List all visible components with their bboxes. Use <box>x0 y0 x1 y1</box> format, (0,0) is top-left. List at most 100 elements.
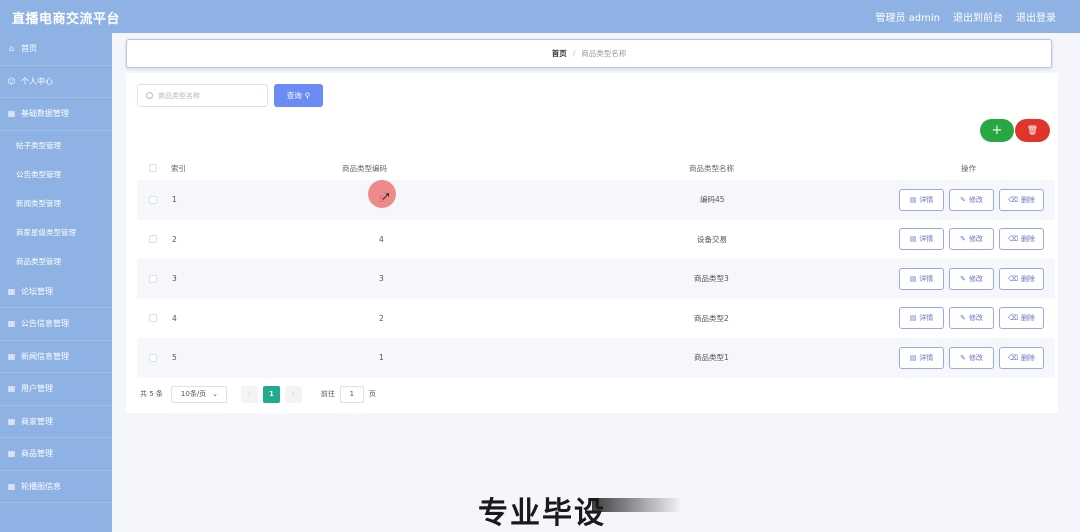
cell-code: 4 <box>379 234 384 244</box>
search-input[interactable]: 商品类型名称 <box>137 84 268 107</box>
breadcrumb-separator: / <box>572 49 576 58</box>
page-unit-label: 页 <box>368 390 376 398</box>
logout-link[interactable]: 退出登录 <box>1016 9 1056 24</box>
sidebar: ⌂ 首页 ☺ 个人中心 ▦ 基础数据管理 帖子类型管理 公告类型管理 新闻类型管… <box>0 33 112 532</box>
cell-name: 设备交易 <box>697 234 727 244</box>
delete-button[interactable]: ⌫ 删除 <box>999 346 1044 369</box>
detail-icon: ▤ <box>909 195 917 204</box>
sidebar-sub-post-types[interactable]: 帖子类型管理 <box>0 131 112 160</box>
table-row: 4 2 商品类型2 ▤ 详情 ✎ 修改 ⌫ 删除 <box>137 299 1055 339</box>
sidebar-item-label: 首页 <box>21 44 37 54</box>
search-button[interactable]: 查询 ⚲ <box>274 84 323 107</box>
sidebar-item-base-data[interactable]: ▦ 基础数据管理 <box>0 98 112 131</box>
sidebar-item-label: 个人中心 <box>21 76 53 86</box>
detail-icon: ▤ <box>909 274 917 283</box>
back-to-front-link[interactable]: 退出到前台 <box>953 9 1003 24</box>
row-checkbox[interactable] <box>149 314 157 323</box>
edit-icon: ✎ <box>960 235 966 244</box>
edit-button[interactable]: ✎ 修改 <box>949 228 994 251</box>
grid-icon: ▦ <box>7 109 16 119</box>
table-header: 索引 商品类型编码 商品类型名称 操作 <box>137 158 1055 178</box>
select-all-checkbox[interactable] <box>149 164 157 172</box>
sidebar-item-users[interactable]: ▦ 用户管理 <box>0 373 112 406</box>
header-index: 索引 <box>171 163 186 173</box>
table-body: 1 5 编码45 ▤详情 ✎修改 ⌫删除 2 4 设备交易 ▤详情 ✎修改 ⌫删… <box>137 180 1055 378</box>
sidebar-item-products[interactable]: ▦ 商品管理 <box>0 438 112 471</box>
app-title: 直播电商交流平台 <box>12 12 121 27</box>
cell-name: 编码45 <box>700 195 725 205</box>
mouse-cursor-icon: ➚ <box>381 189 392 203</box>
sidebar-sub-notice-types[interactable]: 公告类型管理 <box>0 160 112 189</box>
sidebar-item-carousel[interactable]: ▦ 轮播图信息 <box>0 471 112 503</box>
goto-label: 前往 <box>320 390 335 398</box>
trash-icon: ⌫ <box>1008 195 1018 204</box>
table-row: 3 3 商品类型3 ▤ 详情 ✎ 修改 ⌫ 删除 <box>137 259 1055 299</box>
row-checkbox[interactable] <box>149 235 157 244</box>
pagination: 共 5 条 10条/页 ⌄ ‹ 1 › 前往 1 页 <box>140 385 376 403</box>
table-row: 5 1 商品类型1 ▤ 详情 ✎ 修改 ⌫ 删除 <box>137 338 1055 378</box>
delete-button[interactable]: ⌫ 删除 <box>999 267 1044 290</box>
search-icon <box>146 92 153 99</box>
detail-button[interactable]: ▤ 详情 <box>899 228 944 251</box>
cell-name: 商品类型1 <box>694 353 729 363</box>
sidebar-item-merchants[interactable]: ▦ 商家管理 <box>0 406 112 438</box>
sidebar-item-home[interactable]: ⌂ 首页 <box>0 33 112 66</box>
trash-icon: ⌫ <box>1008 314 1018 323</box>
row-checkbox[interactable] <box>149 195 157 204</box>
page-number-current[interactable]: 1 <box>262 385 280 403</box>
goto-page-input[interactable]: 1 <box>339 385 364 403</box>
edit-button[interactable]: ✎ 修改 <box>949 346 994 369</box>
header-actions: 管理员 admin 退出到前台 退出登录 <box>875 9 1056 24</box>
edit-icon: ✎ <box>960 195 966 204</box>
cell-index: 4 <box>172 313 177 323</box>
detail-button[interactable]: ▤ 详情 <box>899 188 944 211</box>
sidebar-sub-merchant-star-types[interactable]: 商家星级类型管理 <box>0 218 112 247</box>
detail-button[interactable]: ▤ 详情 <box>899 346 944 369</box>
select-all-checkbox-cell[interactable] <box>149 158 157 178</box>
delete-button[interactable]: ⌫ 删除 <box>999 228 1044 251</box>
detail-icon: ▤ <box>909 353 917 362</box>
detail-icon: ▤ <box>909 235 917 244</box>
sidebar-item-label: 基础数据管理 <box>21 109 69 119</box>
detail-button[interactable]: ▤ 详情 <box>899 307 944 330</box>
detail-button[interactable]: ▤ 详情 <box>899 267 944 290</box>
sidebar-item-news[interactable]: ▦ 新闻信息管理 <box>0 341 112 373</box>
edit-button[interactable]: ✎ 修改 <box>949 188 994 211</box>
add-button[interactable]: + <box>980 119 1014 142</box>
sidebar-item-label: 商品管理 <box>21 449 53 459</box>
sidebar-item-label: 论坛管理 <box>21 286 53 296</box>
sidebar-item-profile[interactable]: ☺ 个人中心 <box>0 66 112 98</box>
cell-code: 2 <box>379 313 384 323</box>
row-checkbox[interactable] <box>149 274 157 283</box>
cell-name: 商品类型2 <box>694 313 729 323</box>
trash-icon: ⌫ <box>1008 274 1018 283</box>
pagination-total: 共 5 条 <box>140 390 163 398</box>
sidebar-item-label: 公告信息管理 <box>21 319 69 329</box>
sidebar-sub-product-types[interactable]: 商品类型管理 <box>0 247 112 276</box>
sidebar-sub-news-types[interactable]: 新闻类型管理 <box>0 189 112 218</box>
delete-button[interactable]: ⌫ 删除 <box>999 188 1044 211</box>
chevron-down-icon: ⌄ <box>212 390 219 398</box>
breadcrumb-current: 商品类型名称 <box>581 49 627 58</box>
edit-button[interactable]: ✎ 修改 <box>949 307 994 330</box>
user-icon: ☺ <box>7 76 16 86</box>
content-panel: 商品类型名称 查询 ⚲ + 🗑 索引 商品类型编码 商品类型名称 操作 1 5 … <box>126 73 1058 413</box>
sidebar-item-label: 新闻信息管理 <box>21 351 69 361</box>
sidebar-item-forum[interactable]: ▦ 论坛管理 <box>0 276 112 308</box>
grid-icon: ▦ <box>7 384 16 394</box>
cell-index: 2 <box>172 234 177 244</box>
grid-icon: ▦ <box>7 351 16 361</box>
edit-button[interactable]: ✎ 修改 <box>949 267 994 290</box>
page-jump: 前往 1 页 <box>320 385 376 403</box>
admin-label: 管理员 admin <box>875 13 940 24</box>
breadcrumb-home[interactable]: 首页 <box>552 48 567 59</box>
breadcrumb: 首页 / 商品类型名称 <box>126 39 1052 68</box>
prev-page-button[interactable]: ‹ <box>240 385 258 403</box>
delete-button[interactable]: ⌫ 删除 <box>999 307 1044 330</box>
edit-icon: ✎ <box>960 274 966 283</box>
batch-delete-button[interactable]: 🗑 <box>1015 119 1050 142</box>
page-size-select[interactable]: 10条/页 ⌄ <box>170 385 227 403</box>
sidebar-item-notices[interactable]: ▦ 公告信息管理 <box>0 308 112 341</box>
row-checkbox[interactable] <box>149 353 157 362</box>
next-page-button[interactable]: › <box>284 385 302 403</box>
